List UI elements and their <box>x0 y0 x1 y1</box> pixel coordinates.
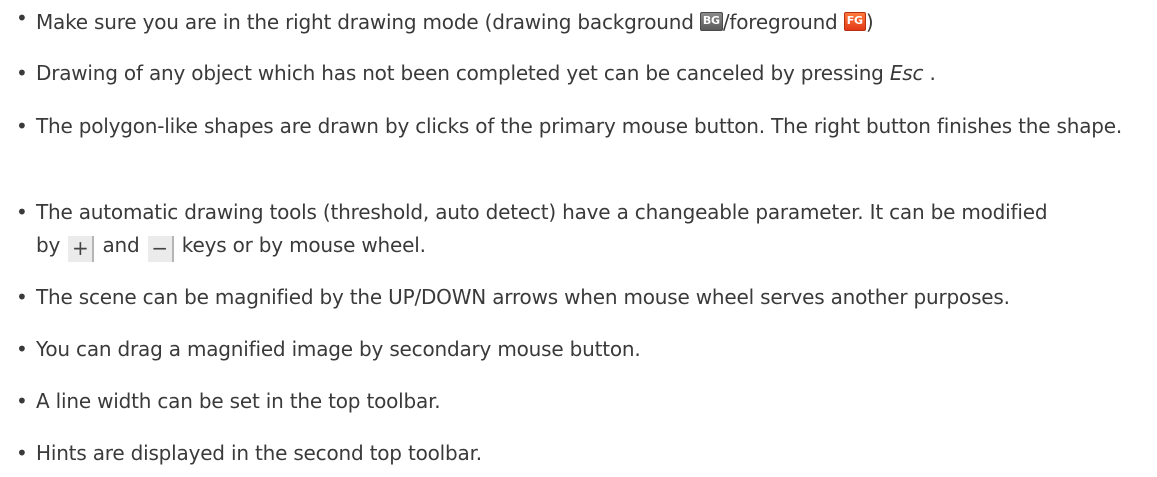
bullet: • <box>16 441 28 465</box>
esc-key-label: Esc <box>889 61 924 85</box>
bullet: • <box>16 6 28 30</box>
tip-line-width: A line width can be set in the top toolb… <box>36 389 441 413</box>
foreground-mode-icon: FG <box>843 12 866 31</box>
tip-polygon-shapes: The polygon-like shapes are drawn by cli… <box>36 114 1123 138</box>
tip-automatic-tools: The automatic drawing tools (threshold, … <box>36 200 1048 262</box>
list-item: • Make sure you are in the right drawing… <box>16 6 1146 39</box>
list-item: • The automatic drawing tools (threshold… <box>16 196 1146 262</box>
bullet: • <box>16 200 28 224</box>
list-item: • Hints are displayed in the second top … <box>16 437 1146 470</box>
bullet: • <box>16 114 28 138</box>
list-item: • A line width can be set in the top too… <box>16 385 1146 418</box>
tip-magnify-scene: The scene can be magnified by the UP/DOW… <box>36 285 1010 309</box>
tip-cancel-drawing: Drawing of any object which has not been… <box>36 61 936 85</box>
plus-key: + <box>68 236 95 262</box>
minus-key: − <box>147 236 174 262</box>
background-mode-icon: BG <box>699 12 723 31</box>
list-item: • You can drag a magnified image by seco… <box>16 333 1146 366</box>
list-item: • Drawing of any object which has not be… <box>16 57 1146 90</box>
bullet: • <box>16 61 28 85</box>
tip-drag-image: You can drag a magnified image by second… <box>36 337 641 361</box>
bullet: • <box>16 285 28 309</box>
bullet: • <box>16 337 28 361</box>
bullet: • <box>16 389 28 413</box>
tip-hints-toolbar: Hints are displayed in the second top to… <box>36 441 482 465</box>
list-item: • The scene can be magnified by the UP/D… <box>16 281 1146 314</box>
hints-list: • Make sure you are in the right drawing… <box>0 0 1157 477</box>
tip-drawing-mode: Make sure you are in the right drawing m… <box>36 10 874 34</box>
list-item: • The polygon-like shapes are drawn by c… <box>16 110 1146 143</box>
